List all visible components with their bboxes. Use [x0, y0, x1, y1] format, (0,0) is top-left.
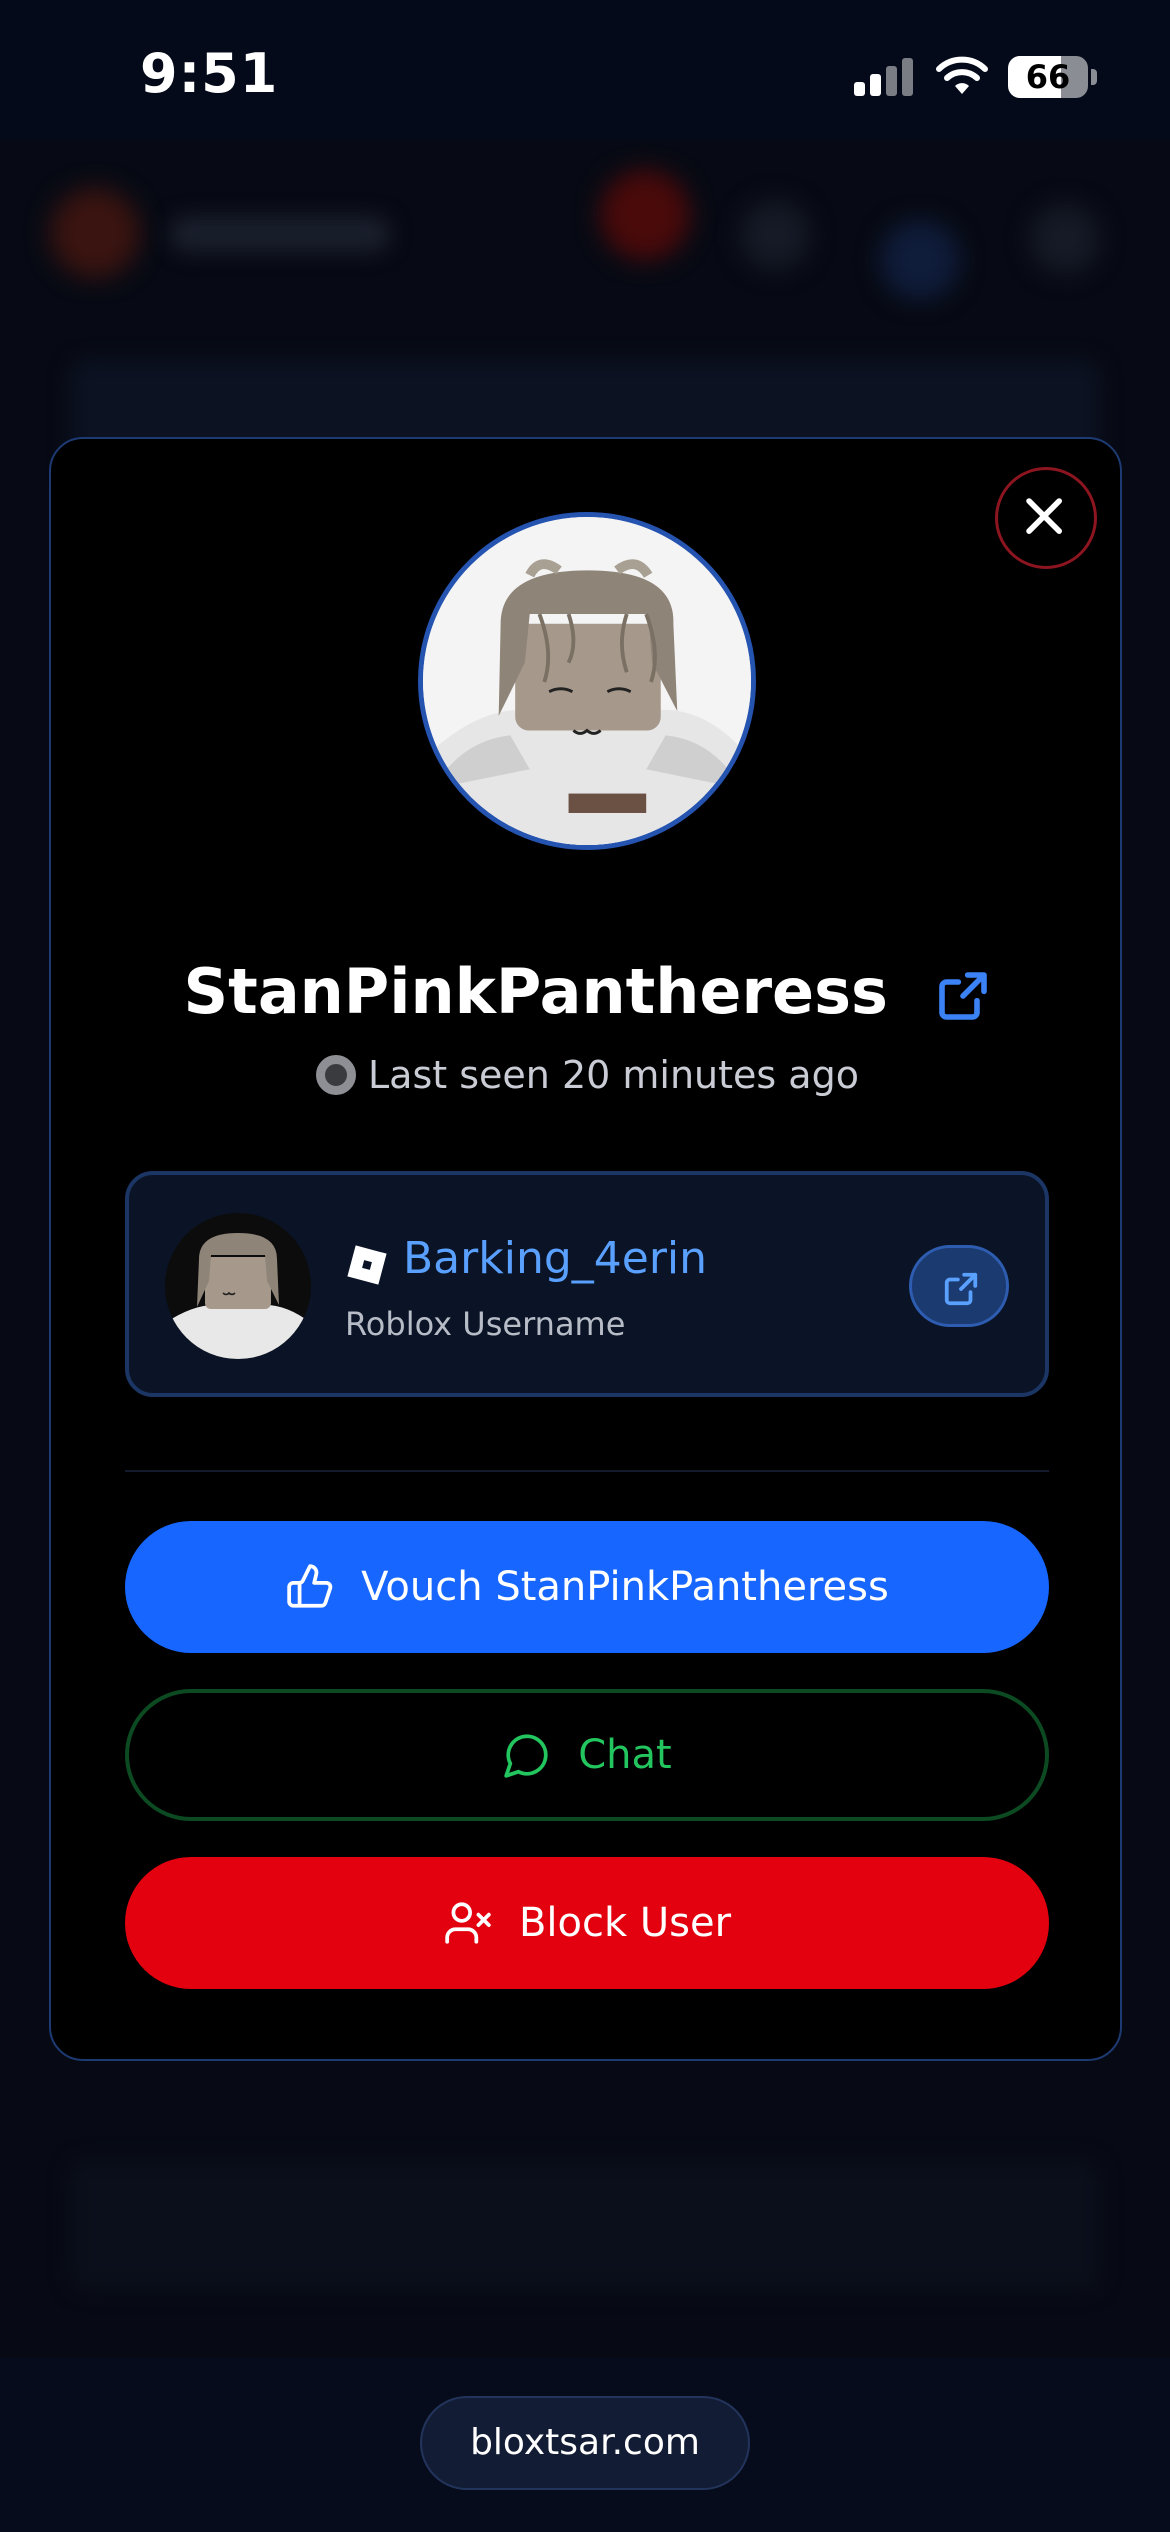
- bg-content-card: [70, 2160, 1100, 2290]
- roblox-logo-icon: [347, 1245, 387, 1285]
- bg-icon-blob: [880, 220, 960, 300]
- roblox-profile-link-button[interactable]: [909, 1245, 1009, 1327]
- chat-bubble-icon: [504, 1734, 548, 1778]
- bg-red-blob: [600, 170, 690, 260]
- bg-icon-blob: [1030, 204, 1100, 274]
- profile-avatar: [418, 512, 756, 850]
- chat-button[interactable]: Chat: [125, 1689, 1049, 1821]
- block-user-button-label: Block User: [518, 1900, 732, 1946]
- thumbs-up-icon: [287, 1564, 333, 1608]
- bg-icon-blob: [740, 200, 810, 270]
- profile-username: StanPinkPantheress: [183, 955, 888, 1028]
- vouch-button-label: Vouch StanPinkPantheress: [361, 1564, 889, 1610]
- wifi-icon: [936, 56, 988, 94]
- section-divider: [125, 1470, 1049, 1472]
- roblox-account-card: Barking_4erin Roblox Username: [125, 1171, 1049, 1397]
- status-time: 9:51: [140, 42, 279, 105]
- external-link-icon[interactable]: [935, 968, 991, 1024]
- url-address-bar[interactable]: bloxtsar.com: [420, 2396, 750, 2490]
- roblox-username[interactable]: Barking_4erin: [403, 1233, 707, 1284]
- last-seen-row: Last seen 20 minutes ago: [51, 1053, 1124, 1097]
- browser-bottom-bar: bloxtsar.com: [0, 2358, 1170, 2532]
- cellular-signal-icon: [854, 58, 916, 96]
- bg-header-bar: [170, 216, 390, 252]
- bg-logo-blob: [50, 188, 140, 278]
- external-link-icon: [944, 1272, 978, 1306]
- roblox-username-label: Roblox Username: [345, 1305, 626, 1343]
- avatar-image: [423, 517, 751, 845]
- profile-username-row: StanPinkPantheress: [51, 955, 1124, 1028]
- user-profile-modal: StanPinkPantheress Last seen 20 minutes …: [49, 437, 1122, 2061]
- offline-status-icon: [316, 1054, 357, 1095]
- screen: 9:51 66 StanPinkPantheress Last seen 20 …: [0, 0, 1170, 2532]
- battery-icon: 66: [1008, 56, 1088, 98]
- close-button[interactable]: [995, 467, 1097, 569]
- battery-tip: [1091, 69, 1097, 85]
- user-block-icon: [445, 1902, 491, 1944]
- close-icon: [1026, 498, 1062, 534]
- roblox-avatar-image: [165, 1213, 311, 1359]
- status-bar: 9:51 66: [0, 0, 1170, 140]
- block-user-button[interactable]: Block User: [125, 1857, 1049, 1989]
- last-seen-text: Last seen 20 minutes ago: [368, 1053, 859, 1097]
- roblox-avatar: [165, 1213, 311, 1359]
- chat-button-label: Chat: [578, 1732, 672, 1778]
- vouch-button[interactable]: Vouch StanPinkPantheress: [125, 1521, 1049, 1653]
- battery-level: 66: [1025, 58, 1071, 96]
